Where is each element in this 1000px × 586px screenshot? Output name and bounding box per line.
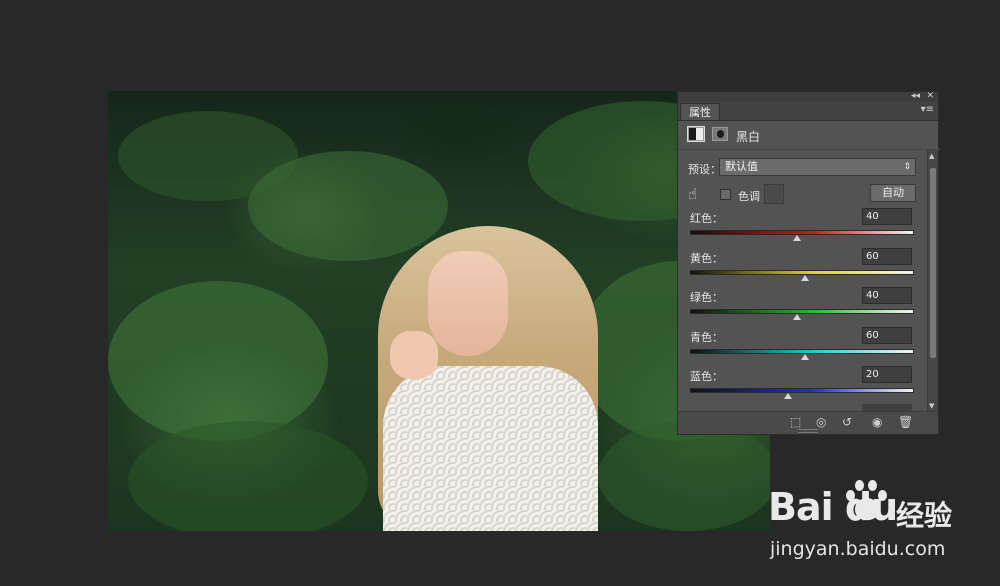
slider-row: 青色： 60 bbox=[678, 326, 928, 365]
slider-row: 红色： 40 bbox=[678, 208, 928, 246]
reset-icon[interactable]: ↺ bbox=[842, 415, 852, 429]
slider-value-field[interactable]: 20 bbox=[862, 366, 912, 383]
layer-mask-icon[interactable] bbox=[712, 127, 728, 141]
visibility-eye-icon[interactable]: ◉ bbox=[872, 415, 882, 429]
subject-hand bbox=[390, 331, 438, 379]
foliage bbox=[128, 421, 368, 531]
properties-panel: ◂◂ ✕ 属性 ▾≡ 黑白 预设： 默认值 ⇕ ☝ 色调 自动 红色： 40 黄色：… bbox=[677, 91, 940, 435]
scroll-thumb[interactable] bbox=[930, 168, 936, 358]
panel-titlebar[interactable]: ◂◂ ✕ bbox=[678, 91, 938, 102]
slider-thumb[interactable] bbox=[801, 353, 810, 360]
tint-checkbox[interactable] bbox=[720, 189, 731, 200]
slider-thumb[interactable] bbox=[792, 235, 801, 241]
foliage bbox=[248, 151, 448, 261]
slider-thumb[interactable] bbox=[801, 274, 810, 281]
adjustment-title: 黑白 bbox=[736, 130, 761, 144]
slider-label: 绿色： bbox=[690, 291, 723, 304]
slider-label: 青色： bbox=[690, 330, 723, 344]
preset-label: 预设： bbox=[688, 163, 721, 176]
baidu-jingyan-watermark: Bai du 经验 jingyan.baidu.com bbox=[768, 480, 988, 570]
slider-track[interactable] bbox=[690, 309, 914, 314]
baidu-paw-icon bbox=[846, 480, 888, 526]
slider-thumb[interactable] bbox=[783, 393, 792, 399]
slider-track[interactable] bbox=[690, 230, 914, 235]
view-previous-state-icon[interactable]: ◎ bbox=[816, 415, 826, 429]
slider-label: 黄色： bbox=[690, 251, 723, 265]
subject-face bbox=[428, 251, 508, 356]
tint-label: 色调 bbox=[738, 190, 760, 203]
dropdown-arrows-icon: ⇕ bbox=[903, 162, 911, 172]
delete-trash-icon[interactable]: 🗑 bbox=[898, 415, 913, 429]
slider-row: 绿色： 40 bbox=[678, 287, 928, 325]
slider-value-field[interactable]: 60 bbox=[862, 247, 912, 265]
scroll-up-icon[interactable]: ▲ bbox=[929, 152, 934, 160]
tab-properties[interactable]: 属性 bbox=[680, 103, 720, 120]
slider-thumb[interactable] bbox=[792, 314, 801, 320]
watermark-url: jingyan.baidu.com bbox=[770, 538, 946, 560]
slider-row: 蓝色： 20 bbox=[678, 366, 928, 404]
subject-sweater bbox=[383, 366, 598, 531]
foliage bbox=[108, 281, 328, 441]
foliage bbox=[598, 421, 770, 531]
preset-dropdown[interactable]: 默认值 ⇕ bbox=[719, 158, 916, 176]
slider-label: 红色： bbox=[690, 212, 723, 225]
adjustment-header: 黑白 bbox=[678, 121, 940, 150]
slider-track[interactable] bbox=[690, 388, 914, 393]
resize-grip[interactable] bbox=[798, 429, 818, 433]
jingyan-logo-text: 经验 bbox=[896, 499, 953, 532]
slider-value-field[interactable]: 40 bbox=[862, 208, 912, 225]
slider-value-field[interactable]: 60 bbox=[862, 326, 912, 344]
slider-value-field[interactable]: 40 bbox=[862, 287, 912, 304]
adjustment-layer-icon[interactable] bbox=[687, 126, 705, 142]
auto-button[interactable]: 自动 bbox=[870, 184, 916, 202]
targeted-adjustment-hand-icon[interactable]: ☝ bbox=[688, 185, 697, 203]
preset-value: 默认值 bbox=[725, 160, 758, 173]
close-icon[interactable]: ✕ bbox=[926, 91, 934, 101]
slider-label: 蓝色： bbox=[690, 370, 723, 383]
clip-to-layer-icon[interactable]: ⬚ bbox=[790, 415, 801, 429]
panel-menu-icon[interactable]: ▾≡ bbox=[921, 104, 934, 115]
document-canvas[interactable] bbox=[108, 91, 770, 531]
collapse-icon[interactable]: ◂◂ bbox=[911, 91, 920, 101]
panel-footer: ⬚ ◎ ↺ ◉ 🗑 bbox=[678, 411, 938, 434]
scroll-down-icon[interactable]: ▼ bbox=[929, 402, 934, 410]
tint-color-swatch[interactable] bbox=[764, 184, 784, 204]
slider-row: 黄色： 60 bbox=[678, 247, 928, 286]
panel-tab-row: 属性 ▾≡ bbox=[678, 102, 938, 121]
panel-scrollbar[interactable]: ▲ ▼ bbox=[927, 150, 938, 412]
